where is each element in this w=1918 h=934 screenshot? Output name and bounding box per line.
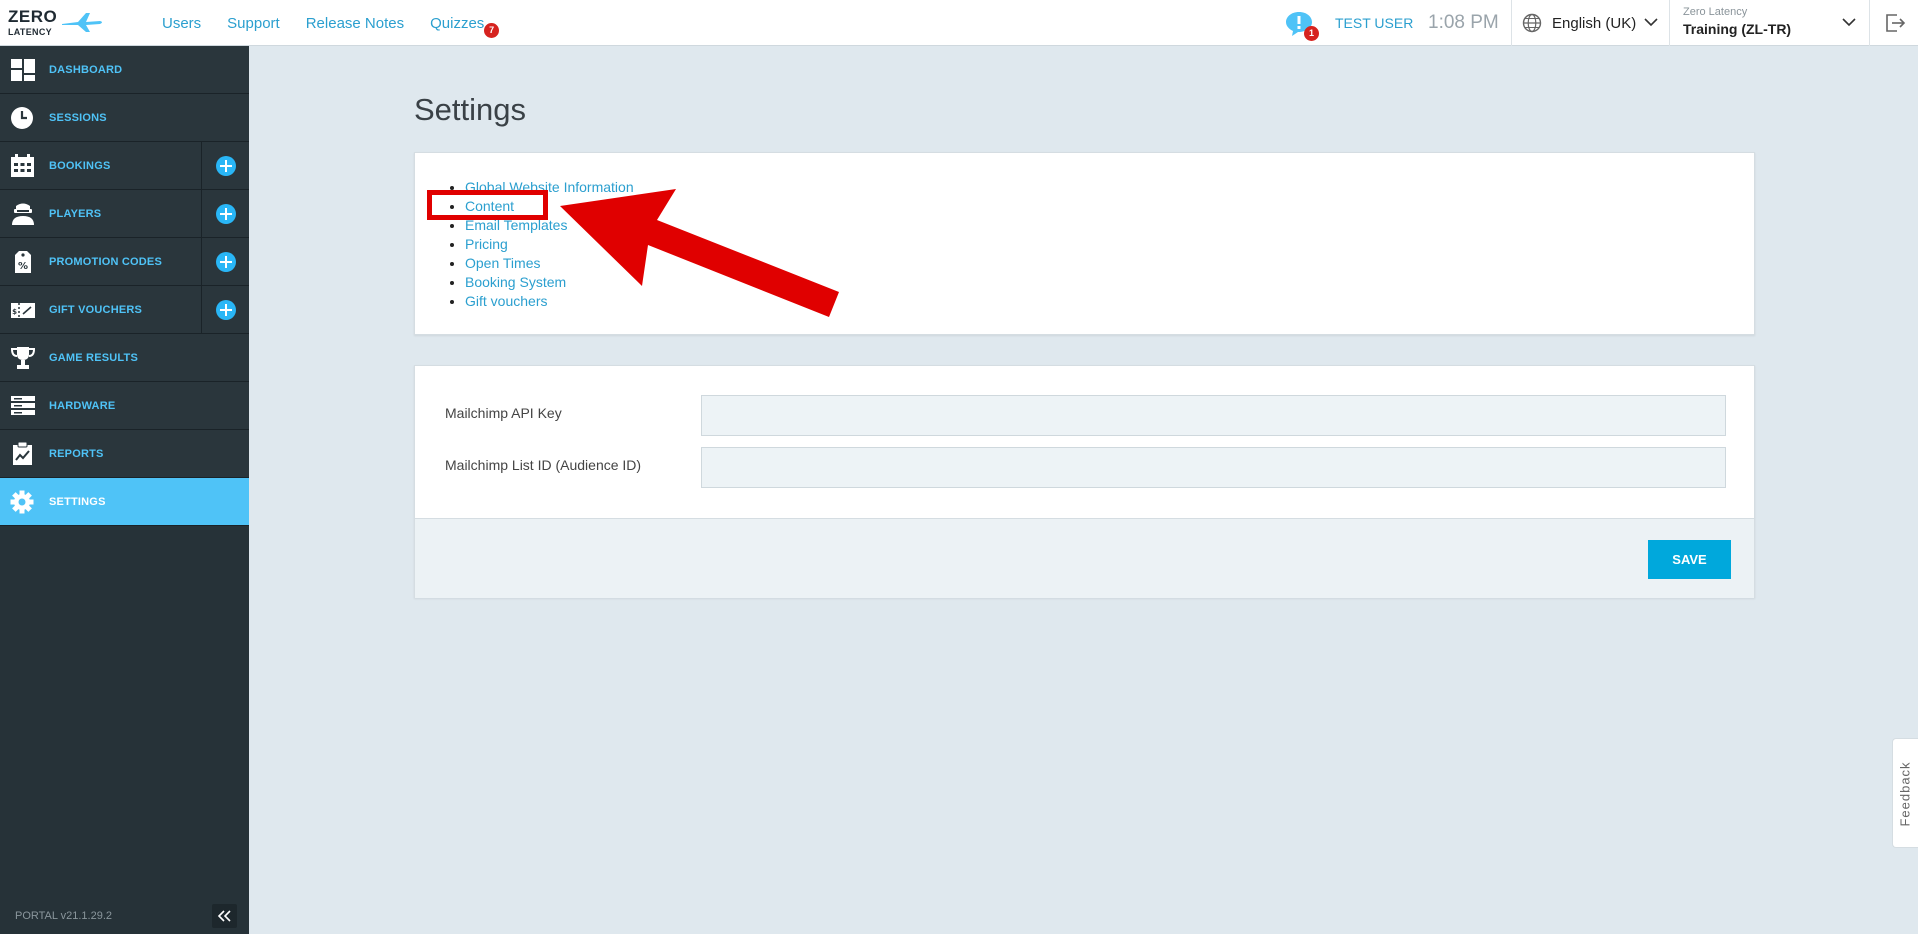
- page-title: Settings: [414, 92, 527, 127]
- nav-link-quizzes-label: Quizzes: [430, 14, 485, 32]
- sidebar-item-label: HARDWARE: [49, 400, 116, 412]
- nav-link-support[interactable]: Support: [227, 15, 280, 32]
- language-value: English (UK): [1552, 15, 1637, 32]
- clock-icon: [11, 107, 33, 129]
- sidebar-item-reports[interactable]: REPORTS: [0, 430, 249, 478]
- sidebar-item-label: SETTINGS: [49, 496, 106, 508]
- sidebar-item-game-results[interactable]: GAME RESULTS: [0, 334, 249, 382]
- globe-icon: [1522, 13, 1542, 33]
- sidebar-item-label: GIFT VOUCHERS: [49, 304, 143, 316]
- language-selector[interactable]: English (UK): [1511, 0, 1669, 46]
- org-group-name: Zero Latency: [1683, 6, 1748, 18]
- sidebar-item-gift-vouchers[interactable]: $ GIFT VOUCHERS: [0, 286, 249, 334]
- svg-text:%: %: [18, 261, 28, 272]
- mailchimp-list-id-input[interactable]: [701, 447, 1726, 488]
- sidebar-item-label: BOOKINGS: [49, 160, 111, 172]
- nav-link-release-notes[interactable]: Release Notes: [306, 15, 404, 32]
- nav-link-quizzes[interactable]: Quizzes 7: [430, 14, 500, 38]
- feedback-label: Feedback: [1897, 761, 1913, 827]
- sidebar-item-label: DASHBOARD: [49, 64, 123, 76]
- clock-time: 1:08 PM: [1428, 12, 1499, 33]
- logout-icon: [1886, 14, 1906, 32]
- sidebar-item-sessions[interactable]: SESSIONS: [0, 94, 249, 142]
- player-icon: [12, 203, 34, 225]
- sidebar-item-bookings[interactable]: BOOKINGS: [0, 142, 249, 190]
- feedback-tab[interactable]: Feedback: [1892, 738, 1918, 848]
- brand-logo[interactable]: ZERO LATENCY: [8, 7, 104, 39]
- logo-text-line1: ZERO: [8, 7, 58, 26]
- sidebar-item-dashboard[interactable]: DASHBOARD: [0, 46, 249, 94]
- link-open-times[interactable]: Open Times: [465, 255, 540, 271]
- voucher-icon: $: [11, 303, 35, 318]
- mailchimp-settings-card: Mailchimp API Key Mailchimp List ID (Aud…: [414, 365, 1755, 598]
- plane-icon: [62, 13, 102, 32]
- mailchimp-api-key-input[interactable]: [701, 395, 1726, 436]
- plus-circle-icon: [216, 252, 236, 272]
- sidebar-item-label: SESSIONS: [49, 112, 107, 124]
- add-promotion-code-button[interactable]: [201, 238, 249, 285]
- sidebar-item-players[interactable]: PLAYERS: [0, 190, 249, 238]
- top-bar: ZERO LATENCY Users Support Release Notes…: [0, 0, 1918, 46]
- mailchimp-api-key-label: Mailchimp API Key: [445, 405, 562, 421]
- collapse-sidebar-button[interactable]: [212, 904, 237, 928]
- add-gift-voucher-button[interactable]: [201, 286, 249, 333]
- add-booking-button[interactable]: [201, 142, 249, 189]
- chevron-down-icon: [1842, 18, 1856, 27]
- calendar-icon: [11, 154, 34, 177]
- plus-circle-icon: [216, 156, 236, 176]
- report-icon: [13, 442, 32, 465]
- save-button[interactable]: SAVE: [1648, 540, 1731, 579]
- nav-link-users[interactable]: Users: [162, 15, 201, 32]
- gear-icon: [10, 490, 34, 514]
- user-menu[interactable]: TEST USER: [1335, 15, 1413, 31]
- plus-circle-icon: [216, 300, 236, 320]
- sidebar-item-settings[interactable]: SETTINGS: [0, 478, 249, 526]
- organization-selector[interactable]: Zero Latency Training (ZL-TR): [1669, 0, 1869, 46]
- sidebar-item-promotion-codes[interactable]: % PROMOTION CODES: [0, 238, 249, 286]
- add-player-button[interactable]: [201, 190, 249, 237]
- logo-text-line2: LATENCY: [8, 27, 52, 37]
- form-footer: SAVE: [415, 518, 1754, 598]
- double-chevron-left-icon: [217, 910, 231, 922]
- org-site-name: Training (ZL-TR): [1683, 21, 1792, 37]
- svg-text:$: $: [12, 308, 17, 316]
- plus-circle-icon: [216, 204, 236, 224]
- notifications-button[interactable]: 1: [1284, 10, 1320, 44]
- link-pricing[interactable]: Pricing: [465, 236, 508, 252]
- server-icon: [11, 396, 35, 415]
- sidebar-item-label: PROMOTION CODES: [49, 256, 163, 268]
- annotation-highlight-box: [427, 190, 548, 220]
- sidebar-item-label: REPORTS: [49, 448, 104, 460]
- promo-tag-icon: %: [15, 251, 31, 273]
- chevron-down-icon: [1644, 18, 1658, 27]
- sidebar-item-label: PLAYERS: [49, 208, 102, 220]
- sidebar-item-hardware[interactable]: HARDWARE: [0, 382, 249, 430]
- sidebar-item-label: GAME RESULTS: [49, 352, 138, 364]
- logout-button[interactable]: [1869, 0, 1918, 46]
- sidebar: DASHBOARD SESSIONS BOOKINGS PLAYERS % PR…: [0, 46, 249, 934]
- trophy-icon: [10, 347, 36, 369]
- link-gift-vouchers[interactable]: Gift vouchers: [465, 293, 547, 309]
- notifications-count-badge: 1: [1304, 26, 1319, 41]
- annotation-arrow-icon: [560, 189, 839, 317]
- top-nav: Users Support Release Notes Quizzes 7: [162, 0, 510, 46]
- mailchimp-list-id-label: Mailchimp List ID (Audience ID): [445, 457, 642, 473]
- quizzes-count-badge: 7: [484, 22, 500, 38]
- dashboard-icon: [11, 59, 35, 81]
- portal-version: PORTAL v21.1.29.2: [15, 910, 113, 922]
